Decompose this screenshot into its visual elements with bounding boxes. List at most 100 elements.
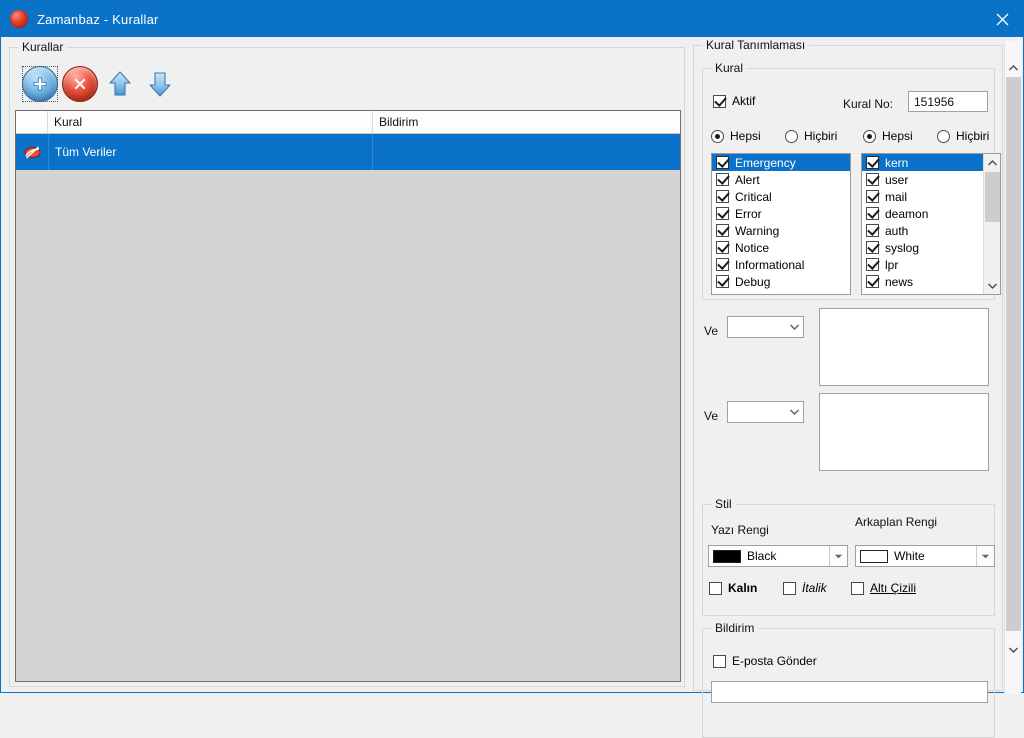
severity-listbox[interactable]: Emergency Alert Critical Error Warning Notice…	[711, 153, 851, 295]
condition-2-operator-select[interactable]	[727, 401, 804, 423]
active-checkbox[interactable]: Aktif	[713, 94, 755, 108]
column-header-bildirim[interactable]: Bildirim	[373, 111, 680, 133]
severity-item-checkbox[interactable]	[716, 156, 729, 169]
bold-checkbox[interactable]: Kalın	[709, 581, 757, 595]
rules-window: Zamanbaz - Kurallar Kurallar Kural Bildi…	[0, 0, 1024, 738]
delete-circle-icon	[62, 66, 98, 102]
table-row[interactable]: Tüm Veriler	[16, 134, 680, 170]
severity-item-label: Critical	[735, 189, 772, 204]
underline-checkbox[interactable]: Altı Çizili	[851, 581, 916, 595]
row-icon-cell	[16, 134, 48, 170]
close-icon	[996, 13, 1008, 25]
panel-scrollbar[interactable]	[1004, 41, 1021, 694]
severity-item-checkbox[interactable]	[716, 241, 729, 254]
radio-dot-facility-none	[937, 129, 950, 143]
bg-color-select[interactable]: White	[855, 545, 995, 567]
condition-2-textarea[interactable]	[819, 393, 989, 471]
facility-item-label: mail	[885, 189, 908, 204]
close-button[interactable]	[979, 1, 1024, 37]
facility-item-label: user	[885, 172, 909, 187]
severity-item[interactable]: Warning	[712, 222, 850, 239]
facility-item-checkbox[interactable]	[866, 190, 879, 203]
checkbox-box-active	[713, 94, 726, 108]
severity-item-checkbox[interactable]	[716, 258, 729, 271]
severity-item[interactable]: Error	[712, 205, 850, 222]
facility-item-checkbox[interactable]	[866, 241, 879, 254]
scroll-down-icon[interactable]	[984, 277, 1000, 294]
severity-item[interactable]: Debug	[712, 273, 850, 290]
facility-item-label: lpr	[885, 257, 899, 272]
facility-item-label: kern	[885, 155, 909, 170]
severity-item-label: Informational	[735, 257, 805, 272]
severity-radio-none[interactable]: Hiçbiri	[785, 129, 837, 143]
severity-item[interactable]: Notice	[712, 239, 850, 256]
facility-item-label: deamon	[885, 206, 929, 221]
chevron-down-icon	[786, 402, 803, 422]
move-up-button[interactable]	[100, 64, 140, 104]
italic-checkbox[interactable]: İtalik	[783, 581, 827, 595]
facility-item[interactable]: news	[862, 273, 1000, 290]
condition-2-label: Ve	[704, 409, 719, 423]
facility-listbox[interactable]: kern user mail deamon auth syslog lpr news	[861, 153, 1001, 295]
facility-item-checkbox[interactable]	[866, 207, 879, 220]
severity-item-checkbox[interactable]	[716, 173, 729, 186]
move-down-button[interactable]	[140, 64, 180, 104]
facility-item-checkbox[interactable]	[866, 156, 879, 169]
severity-item[interactable]: Emergency	[712, 154, 850, 171]
severity-item[interactable]: Informational	[712, 256, 850, 273]
condition-1-textarea[interactable]	[819, 308, 989, 386]
facility-item-checkbox[interactable]	[866, 258, 879, 271]
radio-dot-facility-all	[863, 129, 876, 143]
facility-item[interactable]: lpr	[862, 256, 1000, 273]
facility-item[interactable]: syslog	[862, 239, 1000, 256]
rules-listview[interactable]: Kural Bildirim Tüm Veriler	[15, 110, 681, 682]
scroll-thumb[interactable]	[985, 172, 1000, 222]
severity-item-label: Emergency	[735, 155, 796, 170]
severity-item-checkbox[interactable]	[716, 275, 729, 288]
text-color-label: Yazı Rengi	[711, 523, 769, 537]
rule-no-input[interactable]: 151956	[908, 91, 988, 112]
panel-scroll-up-icon[interactable]	[1005, 59, 1021, 76]
send-email-checkbox[interactable]: E-posta Gönder	[713, 654, 817, 668]
rule-definition-groupbox: Kural Tanımlaması Kural Aktif Kural No: …	[693, 38, 1003, 738]
facility-item-checkbox[interactable]	[866, 275, 879, 288]
facility-item-checkbox[interactable]	[866, 173, 879, 186]
severity-item[interactable]: Alert	[712, 171, 850, 188]
rule-groupbox: Kural Aktif Kural No: 151956 Hepsi Hiçbi…	[702, 61, 1001, 300]
add-rule-button[interactable]	[20, 64, 60, 104]
column-header-kural[interactable]: Kural	[48, 111, 373, 133]
text-color-select[interactable]: Black	[708, 545, 848, 567]
chevron-down-icon	[829, 546, 847, 566]
facility-item[interactable]: user	[862, 171, 1000, 188]
window-title: Zamanbaz - Kurallar	[37, 11, 159, 27]
severity-item-checkbox[interactable]	[716, 207, 729, 220]
severity-item[interactable]: Critical	[712, 188, 850, 205]
delete-rule-button[interactable]	[60, 64, 100, 104]
panel-scroll-down-icon[interactable]	[1005, 641, 1021, 658]
plus-circle-icon	[22, 66, 58, 102]
facility-scrollbar[interactable]	[983, 154, 1000, 294]
facility-item-label: news	[885, 274, 914, 289]
facility-item[interactable]: deamon	[862, 205, 1000, 222]
facility-item-label: auth	[885, 223, 909, 238]
facility-item[interactable]: auth	[862, 222, 1000, 239]
row-cell-bildirim	[373, 134, 680, 170]
scroll-up-icon[interactable]	[984, 154, 1000, 171]
facility-radio-all[interactable]: Hepsi	[863, 129, 913, 143]
facility-item[interactable]: kern	[862, 154, 1000, 171]
facility-radio-none[interactable]: Hiçbiri	[937, 129, 989, 143]
send-email-label: E-posta Gönder	[732, 654, 817, 668]
panel-scroll-thumb[interactable]	[1006, 77, 1021, 631]
facility-item-checkbox[interactable]	[866, 224, 879, 237]
severity-item-label: Warning	[735, 223, 780, 238]
severity-item-label: Error	[735, 206, 762, 221]
severity-item-checkbox[interactable]	[716, 224, 729, 237]
text-color-value: Black	[747, 549, 777, 563]
severity-item-checkbox[interactable]	[716, 190, 729, 203]
condition-1-operator-select[interactable]	[727, 316, 804, 338]
severity-radio-all[interactable]: Hepsi	[711, 129, 761, 143]
facility-item[interactable]: mail	[862, 188, 1000, 205]
facility-none-label: Hiçbiri	[956, 129, 990, 143]
email-input[interactable]	[711, 681, 988, 703]
style-group-title: Stil	[711, 497, 736, 511]
